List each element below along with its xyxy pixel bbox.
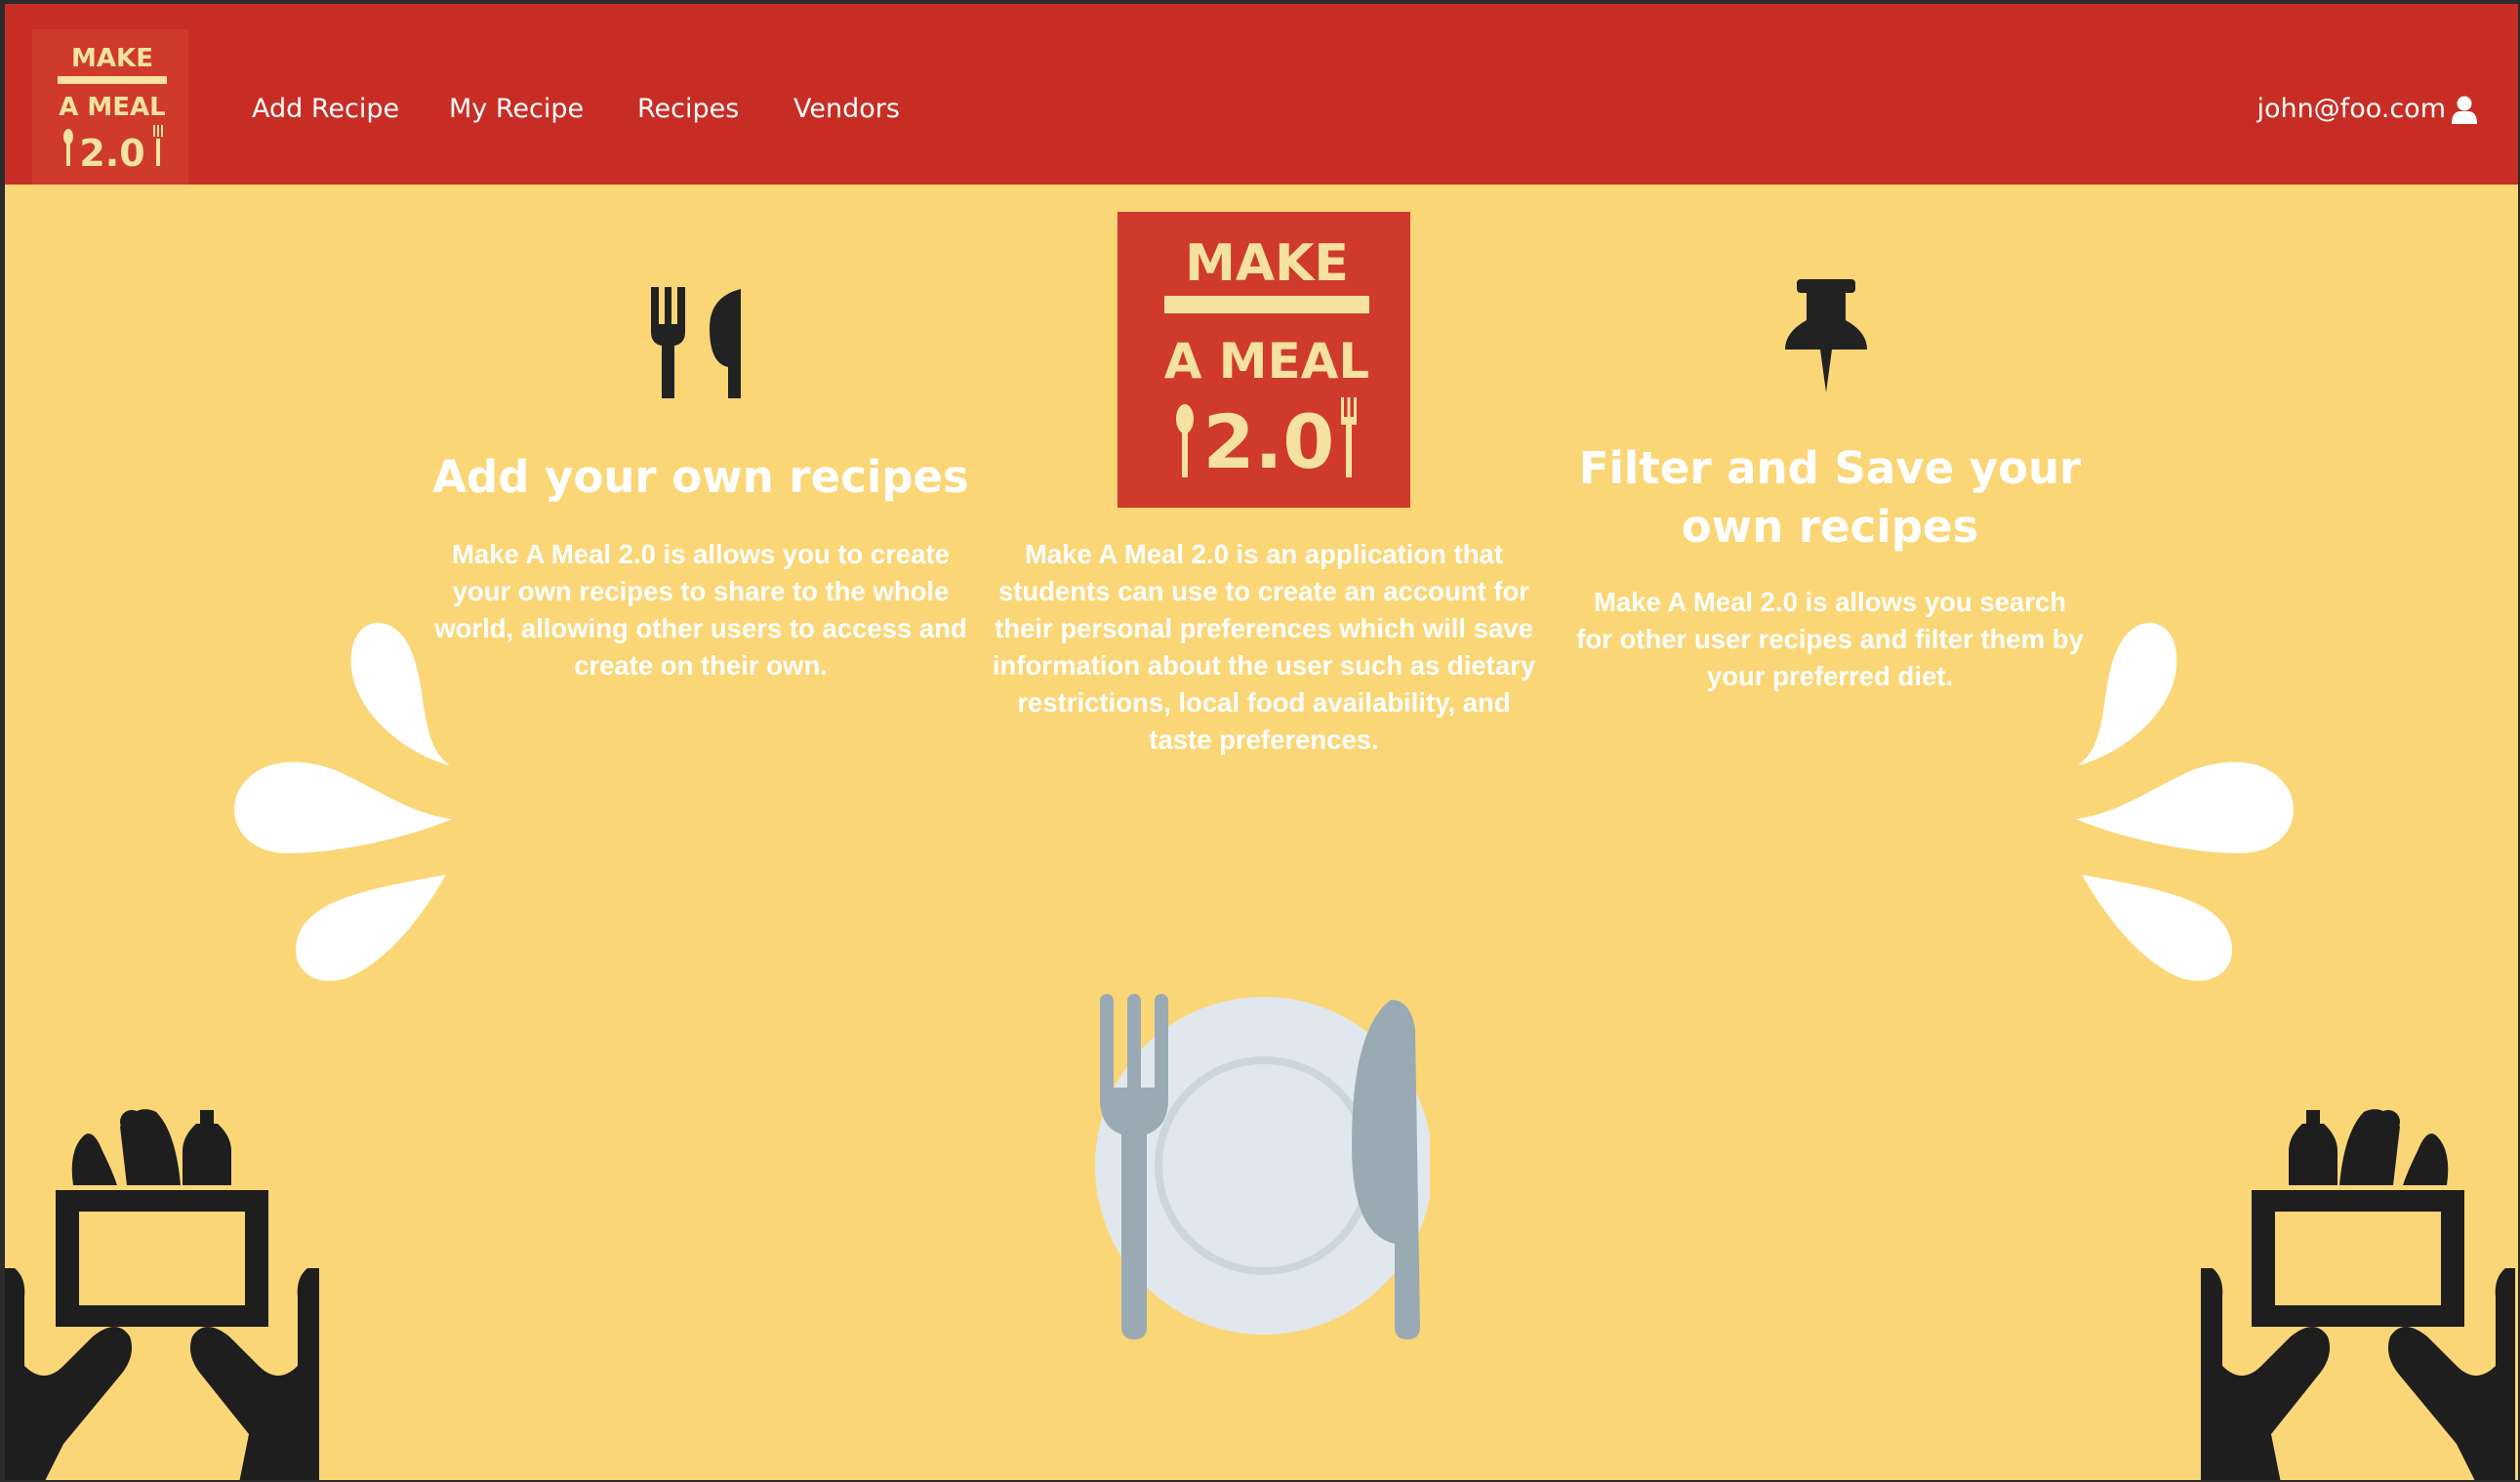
thumbtack-icon [1785,279,1867,392]
splash-left-icon [234,623,452,981]
nav-recipes-link[interactable]: Recipes [637,92,739,127]
user-email: john@foo.com [2256,94,2446,124]
nav-logo-icon: MAKE A MEAL 2.0 [58,44,167,175]
splash-right-icon [2076,623,2294,981]
svg-text:2.0: 2.0 [79,132,144,175]
nav-vendors-link[interactable]: Vendors [793,92,900,127]
plate-cutlery-icon [1095,994,1430,1339]
svg-text:MAKE: MAKE [1185,234,1349,293]
user-icon [2452,96,2477,124]
svg-text:A MEAL: A MEAL [59,93,166,122]
nav-logo[interactable]: MAKE A MEAL 2.0 [32,29,188,185]
make-a-meal-logo-icon: MAKE A MEAL 2.0 [1164,234,1370,485]
user-menu[interactable]: john@foo.com [2256,92,2479,127]
feature-title-add-recipes: Add your own recipes [432,451,969,503]
center-logo: MAKE A MEAL 2.0 [1118,212,1410,508]
utensils-icon [651,287,741,398]
feature-title-filter-save: Filter and Save your own recipes [1578,442,2082,553]
hands-food-box-left-icon [5,1109,319,1480]
feature-text-about: Make A Meal 2.0 is an application that s… [992,539,1536,755]
svg-text:2.0: 2.0 [1203,398,1335,485]
svg-text:MAKE: MAKE [71,44,153,73]
feature-text-add-recipes: Make A Meal 2.0 is allows you to create … [434,539,967,680]
hands-food-box-right-icon [2201,1109,2515,1480]
feature-text-filter-save: Make A Meal 2.0 is allows you search for… [1576,587,2084,691]
nav-add-recipe-link[interactable]: Add Recipe [252,92,399,127]
page: MAKE A MEAL 2.0 Add Recipe My Recipe Rec… [5,4,2518,1480]
svg-text:A MEAL: A MEAL [1164,333,1370,390]
navbar: MAKE A MEAL 2.0 Add Recipe My Recipe Rec… [5,4,2518,185]
nav-my-recipe-link[interactable]: My Recipe [449,92,584,127]
